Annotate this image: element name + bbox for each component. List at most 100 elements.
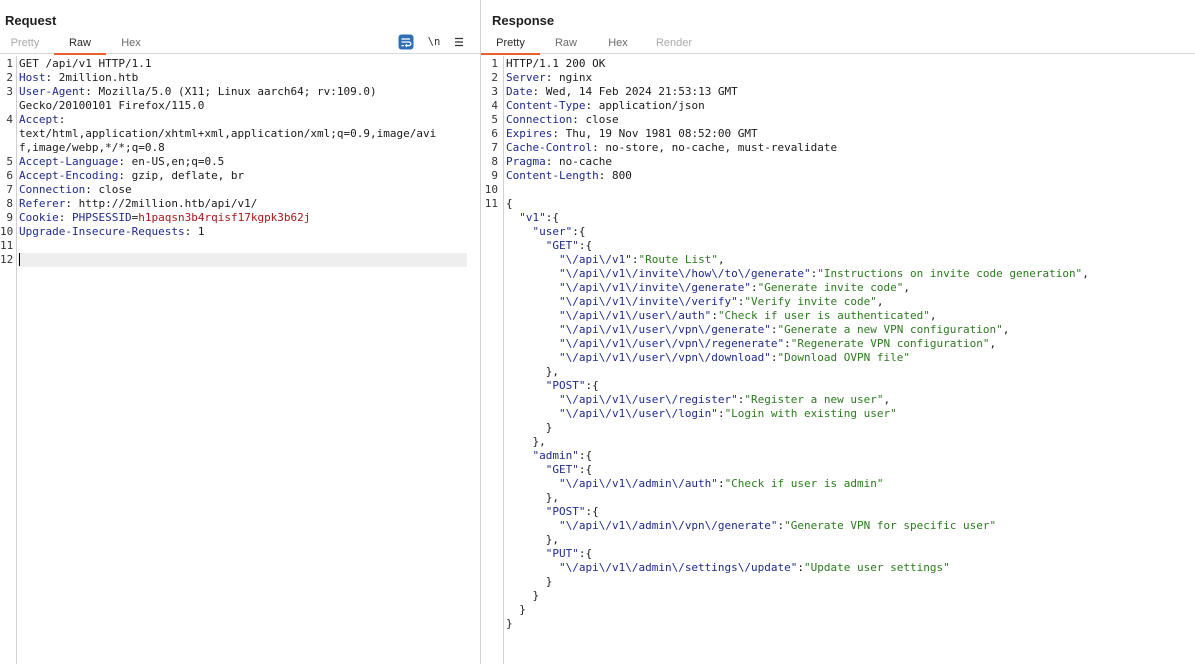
json-line: } — [506, 575, 553, 588]
line-number: 2 — [6, 71, 13, 84]
header-line: Connection: close — [19, 183, 132, 196]
header-line: Cookie: PHPSESSID=h1paqsn3b4rqisf17kgpk3… — [19, 211, 311, 224]
line-number: 9 — [6, 211, 13, 224]
header-name: Connection — [506, 113, 573, 126]
line-number: 8 — [6, 197, 13, 210]
line-number: 5 — [6, 155, 13, 168]
request-line-gutter: 1 2 3 4 5 6 7 8 9 10 11 12 — [0, 56, 17, 664]
header-value: no-store, no-cache, must-revalidate — [605, 141, 838, 154]
header-line: Accept-Encoding: gzip, deflate, br — [19, 169, 245, 182]
newline-toggle-button[interactable]: \n — [426, 34, 442, 50]
json-line: } — [506, 589, 540, 602]
line-number: 1 — [6, 57, 13, 70]
hamburger-menu-icon[interactable] — [451, 34, 467, 50]
json-value: "Generate invite code" — [757, 281, 904, 294]
line-number: 7 — [6, 183, 13, 196]
json-key: "\/api\/v1\/user\/vpn\/generate" — [558, 323, 771, 336]
cookie-value: h1paqsn3b4rqisf17kgpk3b62j — [138, 211, 311, 224]
tab-response-raw[interactable]: Raw — [545, 33, 587, 54]
header-value: http://2million.htb/api/v1/ — [78, 197, 258, 210]
line-number: 4 — [6, 113, 13, 126]
header-value: 800 — [611, 169, 632, 182]
header-value: 2million.htb — [58, 71, 139, 84]
json-line: } — [506, 617, 513, 630]
line-number: 1 — [491, 57, 498, 70]
header-value: f,image/webp,*/*;q=0.8 — [19, 141, 165, 154]
line-number: 7 — [491, 141, 498, 154]
json-line: "POST":{ — [545, 505, 599, 518]
json-value: "Verify invite code" — [744, 295, 877, 308]
json-line: "GET":{ — [545, 239, 593, 252]
header-line-wrap: text/html,application/xhtml+xml,applicat… — [19, 127, 436, 141]
header-value: 1 — [197, 225, 205, 238]
header-line: Accept: — [19, 113, 66, 126]
status-line: HTTP/1.1 200 OK — [506, 57, 605, 71]
tab-response-hex[interactable]: Hex — [597, 33, 639, 54]
header-value: gzip, deflate, br — [131, 169, 245, 182]
status-text: HTTP/1.1 200 OK — [506, 57, 606, 70]
header-name: Server — [506, 71, 546, 84]
request-line: GET /api/v1 HTTP/1.1 — [19, 57, 151, 71]
json-key: "\/api\/v1\/user\/auth" — [558, 309, 712, 322]
line-number: 12 — [0, 253, 14, 266]
json-line: } — [506, 603, 526, 616]
header-line: Expires: Thu, 19 Nov 1981 08:52:00 GMT — [506, 127, 758, 140]
json-line: }, — [506, 365, 559, 378]
header-name: Content-Length — [506, 169, 599, 182]
json-key: "\/api\/v1\/invite\/generate" — [558, 281, 752, 294]
tab-request-pretty[interactable]: Pretty — [0, 33, 50, 54]
header-line: Cache-Control: no-store, no-cache, must-… — [506, 141, 838, 154]
tab-response-render[interactable]: Render — [649, 33, 699, 54]
json-line: { — [506, 197, 513, 211]
json-line: "\/api\/v1\/admin\/vpn\/generate":"Gener… — [558, 519, 997, 532]
response-title: Response — [492, 13, 555, 28]
line-number: 3 — [6, 85, 13, 98]
header-line: Connection: close — [506, 113, 619, 126]
json-line: "\/api\/v1\/user\/vpn\/download":"Downlo… — [558, 351, 910, 364]
wrap-lines-icon[interactable] — [398, 34, 414, 50]
json-key: "\/api\/v1\/admin\/auth" — [558, 477, 718, 490]
json-value: "Register a new user" — [744, 393, 884, 406]
line-number: 10 — [0, 225, 14, 238]
header-value: application/json — [598, 99, 705, 112]
tab-response-pretty[interactable]: Pretty — [481, 33, 540, 55]
json-line: }, — [506, 491, 559, 504]
header-line: Accept-Language: en-US,en;q=0.5 — [19, 155, 225, 168]
json-key: "\/api\/v1\/user\/login" — [558, 407, 718, 420]
header-name: Accept-Encoding — [19, 169, 119, 182]
line-number: 11 — [484, 197, 498, 210]
request-editor[interactable]: 1 2 3 4 5 6 7 8 9 10 11 12 GET /api/v1 H… — [0, 56, 480, 664]
json-key: "\/api\/v1\/user\/vpn\/regenerate" — [558, 337, 785, 350]
header-line: User-Agent: Mozilla/5.0 (X11; Linux aarc… — [19, 85, 377, 98]
header-line: Server: nginx — [506, 71, 593, 84]
json-line: "\/api\/v1\/user\/vpn\/generate":"Genera… — [558, 323, 1010, 336]
header-line: Referer: http://2million.htb/api/v1/ — [19, 197, 258, 210]
header-value: Mozilla/5.0 (X11; Linux aarch64; rv:109.… — [98, 85, 377, 98]
cookie-name: PHPSESSID — [72, 211, 132, 224]
json-line: "\/api\/v1\/invite\/generate":"Generate … — [558, 281, 910, 294]
json-key: "\/api\/v1" — [558, 253, 632, 266]
response-editor[interactable]: 1 2 3 4 5 6 7 8 9 10 11 HTTP/1.1 200 OK … — [481, 56, 1195, 664]
tab-request-raw[interactable]: Raw — [54, 33, 106, 55]
text-caret — [19, 253, 20, 266]
header-line: Pragma: no-cache — [506, 155, 612, 168]
header-name: Connection — [19, 183, 86, 196]
tab-request-hex[interactable]: Hex — [110, 33, 152, 54]
header-name: Content-Type — [506, 99, 586, 112]
json-line: "\/api\/v1\/user\/auth":"Check if user i… — [558, 309, 937, 322]
json-key: "GET" — [545, 239, 579, 252]
json-line: "\/api\/v1\/user\/register":"Register a … — [558, 393, 891, 406]
json-line: "\/api\/v1\/invite\/verify":"Verify invi… — [558, 295, 884, 308]
json-key: "\/api\/v1\/user\/vpn\/download" — [558, 351, 771, 364]
json-value: "Generate VPN for specific user" — [784, 519, 997, 532]
json-line: "v1":{ — [519, 211, 559, 224]
header-name: Host — [19, 71, 46, 84]
header-value: nginx — [559, 71, 593, 84]
header-name: User-Agent — [19, 85, 86, 98]
header-line: Content-Length: 800 — [506, 169, 632, 182]
header-name: Pragma — [506, 155, 546, 168]
header-line: Host: 2million.htb — [19, 71, 139, 84]
json-key: "admin" — [532, 449, 579, 462]
json-value: "Check if user is admin" — [724, 477, 884, 490]
json-line: "user":{ — [532, 225, 586, 238]
